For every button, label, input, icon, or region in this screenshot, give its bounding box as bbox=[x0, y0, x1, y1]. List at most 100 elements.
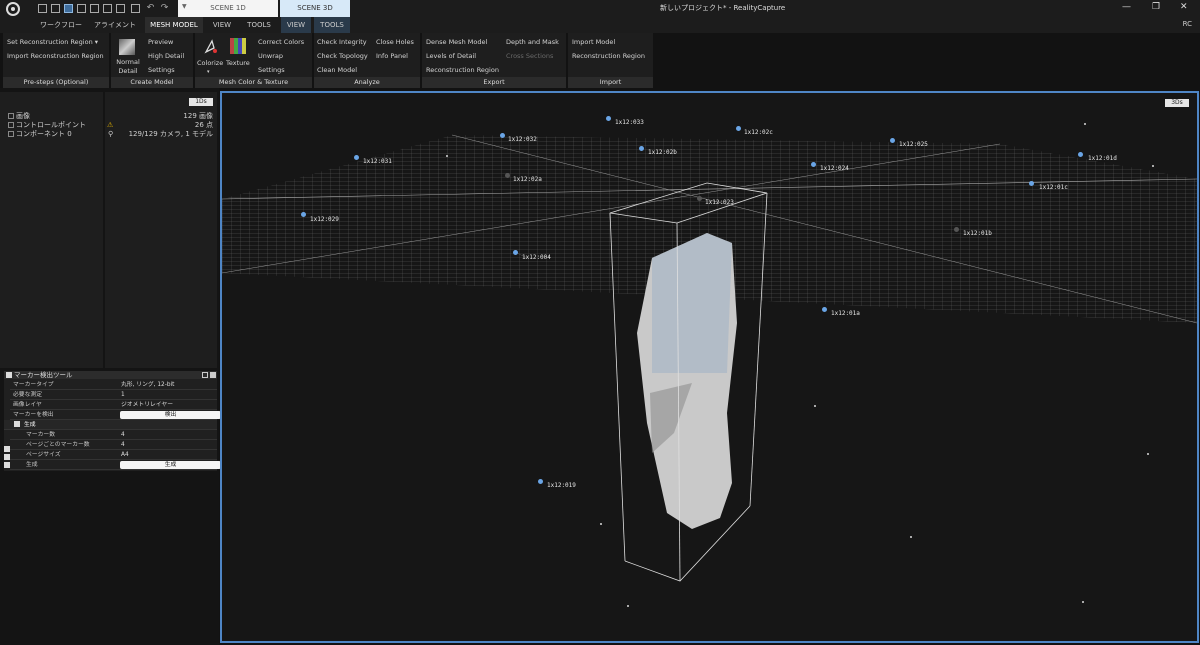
export-reconstruction-region-button[interactable]: Reconstruction Region bbox=[426, 66, 499, 74]
marker-label: 1x12:033 bbox=[615, 119, 644, 126]
menu-mesh-model[interactable]: MESH MODEL bbox=[145, 17, 203, 33]
marker-point[interactable] bbox=[736, 126, 741, 131]
title-bar: ↶ ↷ SCENE 1D ▼ SCENE 3D 新しいプロジェクト* - Rea… bbox=[0, 0, 1200, 17]
marker-point[interactable] bbox=[354, 155, 359, 160]
layout-icon-5[interactable] bbox=[90, 4, 99, 13]
marker-point[interactable] bbox=[639, 146, 644, 151]
marker-point[interactable] bbox=[811, 162, 816, 167]
texture-button[interactable]: Texture bbox=[226, 59, 250, 67]
normal-detail-button[interactable]: Normal Detail bbox=[116, 58, 140, 76]
dense-mesh-model-button[interactable]: Dense Mesh Model bbox=[426, 38, 487, 46]
marker-point[interactable] bbox=[1029, 181, 1034, 186]
close-icon[interactable]: ✕ bbox=[1180, 2, 1188, 12]
marker-point[interactable] bbox=[606, 116, 611, 121]
clean-model-button[interactable]: Clean Model bbox=[317, 66, 357, 74]
marker-label: 1x12:01a bbox=[831, 310, 860, 317]
close-holes-button[interactable]: Close Holes bbox=[376, 38, 414, 46]
row-required-measurements[interactable]: 必要な測定 1 bbox=[10, 390, 217, 400]
texture-icon[interactable] bbox=[230, 38, 246, 54]
marker-point[interactable] bbox=[538, 479, 543, 484]
import-reconstruction-region-2-button[interactable]: Reconstruction Region bbox=[572, 52, 645, 60]
menu-bar: ワークフロー アライメント MESH MODEL VIEW TOOLS VIEW… bbox=[0, 17, 1200, 33]
settings-button-texture[interactable]: Settings bbox=[258, 66, 285, 74]
check-topology-button[interactable]: Check Topology bbox=[317, 52, 368, 60]
correct-colors-button[interactable]: Correct Colors bbox=[258, 38, 304, 46]
expand-icon[interactable] bbox=[8, 131, 14, 137]
3d-viewport[interactable]: 3Ds 1x12:033 1x12:02c 1x12:032 1x12:02b … bbox=[220, 91, 1199, 643]
colorize-button[interactable]: Colorize bbox=[197, 59, 223, 67]
undo-icon[interactable]: ↶ bbox=[146, 4, 155, 13]
layout-icon-3[interactable] bbox=[64, 4, 73, 13]
levels-of-detail-button[interactable]: Levels of Detail bbox=[426, 52, 476, 60]
preview-button[interactable]: Preview bbox=[148, 38, 173, 46]
marker-point[interactable] bbox=[954, 227, 959, 232]
menu-tools[interactable]: TOOLS bbox=[241, 17, 277, 33]
expand-icon[interactable] bbox=[8, 122, 14, 128]
redo-icon[interactable]: ↷ bbox=[160, 4, 169, 13]
detect-button[interactable]: 検出 bbox=[120, 411, 221, 419]
menu-view[interactable]: VIEW bbox=[206, 17, 238, 33]
menu-tools-2[interactable]: TOOLS bbox=[314, 17, 350, 33]
section-generate[interactable]: 生成 bbox=[4, 420, 217, 430]
set-reconstruction-region-button[interactable]: Set Reconstruction Region ▾ bbox=[7, 38, 98, 46]
scene-canvas[interactable] bbox=[222, 93, 1197, 641]
pin-icon[interactable]: ▼ bbox=[182, 3, 187, 10]
marker-label: 1x12:01b bbox=[963, 230, 992, 237]
tab-scene-3d[interactable]: SCENE 3D bbox=[280, 0, 350, 17]
side-button-3[interactable] bbox=[4, 462, 10, 468]
minimize-icon[interactable]: — bbox=[1122, 2, 1131, 12]
marker-point[interactable] bbox=[1078, 152, 1083, 157]
info-panel-button[interactable]: Info Panel bbox=[376, 52, 408, 60]
side-button-2[interactable] bbox=[4, 454, 10, 460]
panel-close-icon[interactable] bbox=[210, 372, 216, 378]
section-collapse-icon[interactable] bbox=[14, 421, 20, 427]
import-reconstruction-region-button[interactable]: Import Reconstruction Region bbox=[7, 52, 104, 60]
layout-icon-8[interactable] bbox=[131, 4, 140, 13]
expand-icon[interactable] bbox=[8, 113, 14, 119]
marker-point[interactable] bbox=[513, 250, 518, 255]
generate-button[interactable]: 生成 bbox=[120, 461, 221, 469]
marker-point[interactable] bbox=[890, 138, 895, 143]
camera-dot bbox=[600, 523, 602, 525]
high-detail-button[interactable]: High Detail bbox=[148, 52, 184, 60]
layout-icon-1[interactable] bbox=[38, 4, 47, 13]
app-window: ↶ ↷ SCENE 1D ▼ SCENE 3D 新しいプロジェクト* - Rea… bbox=[0, 0, 1200, 645]
float-icon[interactable] bbox=[202, 372, 208, 378]
group-label-analyze: Analyze bbox=[314, 77, 420, 88]
settings-button-model[interactable]: Settings bbox=[148, 66, 175, 74]
colorize-dropdown-icon[interactable]: ▾ bbox=[207, 69, 210, 75]
layout-icon-7[interactable] bbox=[116, 4, 125, 13]
marker-point[interactable] bbox=[500, 133, 505, 138]
depth-and-mask-button[interactable]: Depth and Mask bbox=[506, 38, 559, 46]
row-markers-per-page[interactable]: ページごとのマーカー数 4 bbox=[10, 440, 217, 450]
tab-scene-1d[interactable]: SCENE 1D bbox=[178, 0, 278, 17]
marker-point[interactable] bbox=[505, 173, 510, 178]
cross-sections-button: Cross Sections bbox=[506, 52, 554, 60]
layout-icon-6[interactable] bbox=[103, 4, 112, 13]
row-marker-count[interactable]: マーカー数 4 bbox=[10, 430, 217, 440]
menu-alignment[interactable]: アライメント bbox=[92, 17, 138, 33]
layout-icon-4[interactable] bbox=[77, 4, 86, 13]
stone-model[interactable] bbox=[637, 233, 737, 529]
menu-view-2[interactable]: VIEW bbox=[281, 17, 311, 33]
marker-point[interactable] bbox=[822, 307, 827, 312]
row-marker-type[interactable]: マーカータイプ 丸形, リング, 12-bit bbox=[10, 380, 217, 390]
layout-icon-2[interactable] bbox=[51, 4, 60, 13]
colorize-icon[interactable] bbox=[203, 38, 219, 54]
side-button-1[interactable] bbox=[4, 446, 10, 452]
tree-item-component[interactable]: コンポーネント 0 bbox=[8, 129, 72, 139]
import-model-button[interactable]: Import Model bbox=[572, 38, 615, 46]
normal-detail-icon[interactable] bbox=[119, 39, 135, 55]
check-integrity-button[interactable]: Check Integrity bbox=[317, 38, 367, 46]
collapse-icon[interactable] bbox=[6, 372, 12, 378]
marker-point[interactable] bbox=[301, 212, 306, 217]
row-page-size[interactable]: ページサイズ A4 bbox=[10, 450, 217, 460]
unwrap-button[interactable]: Unwrap bbox=[258, 52, 283, 60]
1ds-badge[interactable]: 1Ds bbox=[189, 98, 213, 106]
menu-workflow[interactable]: ワークフロー bbox=[36, 17, 86, 33]
marker-label: 1x12:01d bbox=[1088, 155, 1117, 162]
marker-point[interactable] bbox=[697, 196, 702, 201]
maximize-icon[interactable]: ❐ bbox=[1152, 2, 1160, 12]
row-image-layer[interactable]: 画像レイヤ ジオメトリレイヤー bbox=[10, 400, 217, 410]
3ds-badge[interactable]: 3Ds bbox=[1165, 99, 1189, 107]
